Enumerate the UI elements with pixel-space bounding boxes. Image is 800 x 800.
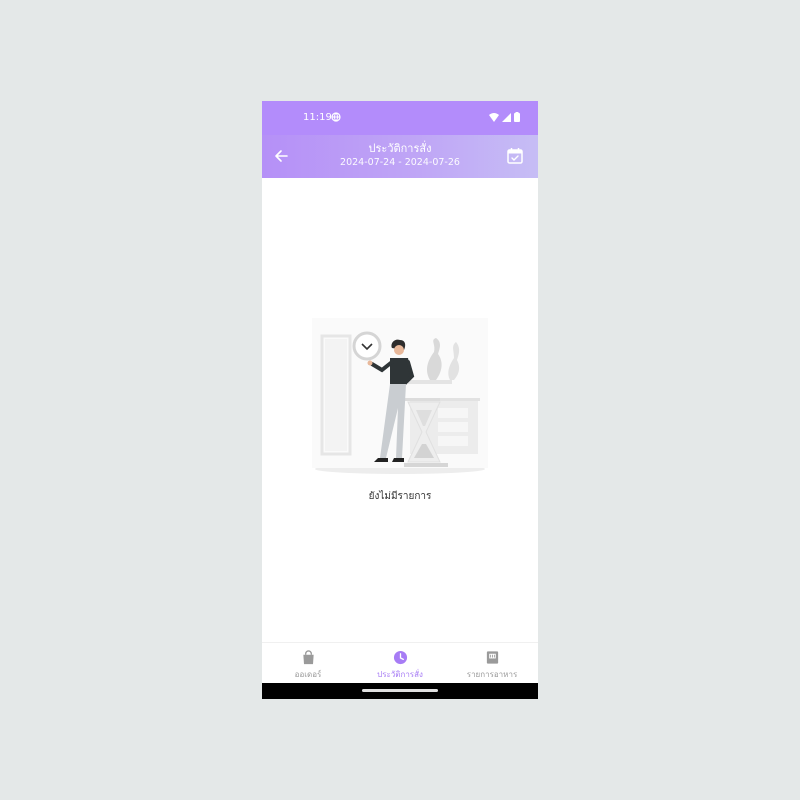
- status-time: 11:19: [303, 112, 332, 123]
- nav-label-food-menu: รายการอาหาร: [466, 670, 518, 679]
- wifi-icon: [489, 112, 499, 122]
- nav-item-order-history[interactable]: ประวัติการสั่ง: [354, 643, 446, 684]
- gesture-bar: [262, 683, 538, 699]
- app-bar: ประวัติการสั่ง 2024-07-24 - 2024-07-26: [262, 135, 538, 178]
- date-range: 2024-07-24 - 2024-07-26: [340, 157, 460, 168]
- empty-state-message: ยังไม่มีรายการ: [368, 491, 432, 502]
- clock-icon: [393, 650, 407, 665]
- page-title: ประวัติการสั่ง: [368, 142, 432, 155]
- calendar-button[interactable]: [506, 147, 524, 165]
- nav-label-orders: ออเดอร์: [294, 670, 322, 679]
- nav-label-order-history: ประวัติการสั่ง: [377, 670, 423, 679]
- phone-screen: 11:19 ประวัติการสั่ง 2024-07-24 - 2024-0…: [262, 101, 538, 699]
- menu-book-icon: [486, 651, 498, 664]
- home-indicator[interactable]: [362, 689, 438, 692]
- back-button[interactable]: [272, 146, 292, 166]
- shopping-bag-icon: [302, 650, 314, 665]
- nav-item-food-menu[interactable]: รายการอาหาร: [446, 643, 538, 684]
- bottom-nav: ออเดอร์ ประวัติการสั่ง รายการอาหาร: [262, 642, 538, 684]
- empty-state-illustration: [310, 318, 490, 478]
- content-area: ยังไม่มีรายการ: [262, 178, 538, 642]
- title-block: ประวัติการสั่ง 2024-07-24 - 2024-07-26: [302, 142, 498, 170]
- arrow-left-icon: [275, 150, 288, 162]
- globe-icon: [331, 112, 341, 125]
- signal-icon: [502, 112, 511, 122]
- nav-item-orders[interactable]: ออเดอร์: [262, 643, 354, 684]
- status-bar: 11:19: [262, 101, 538, 135]
- calendar-check-icon: [507, 148, 523, 164]
- status-icons: [489, 112, 520, 122]
- battery-icon: [514, 112, 520, 122]
